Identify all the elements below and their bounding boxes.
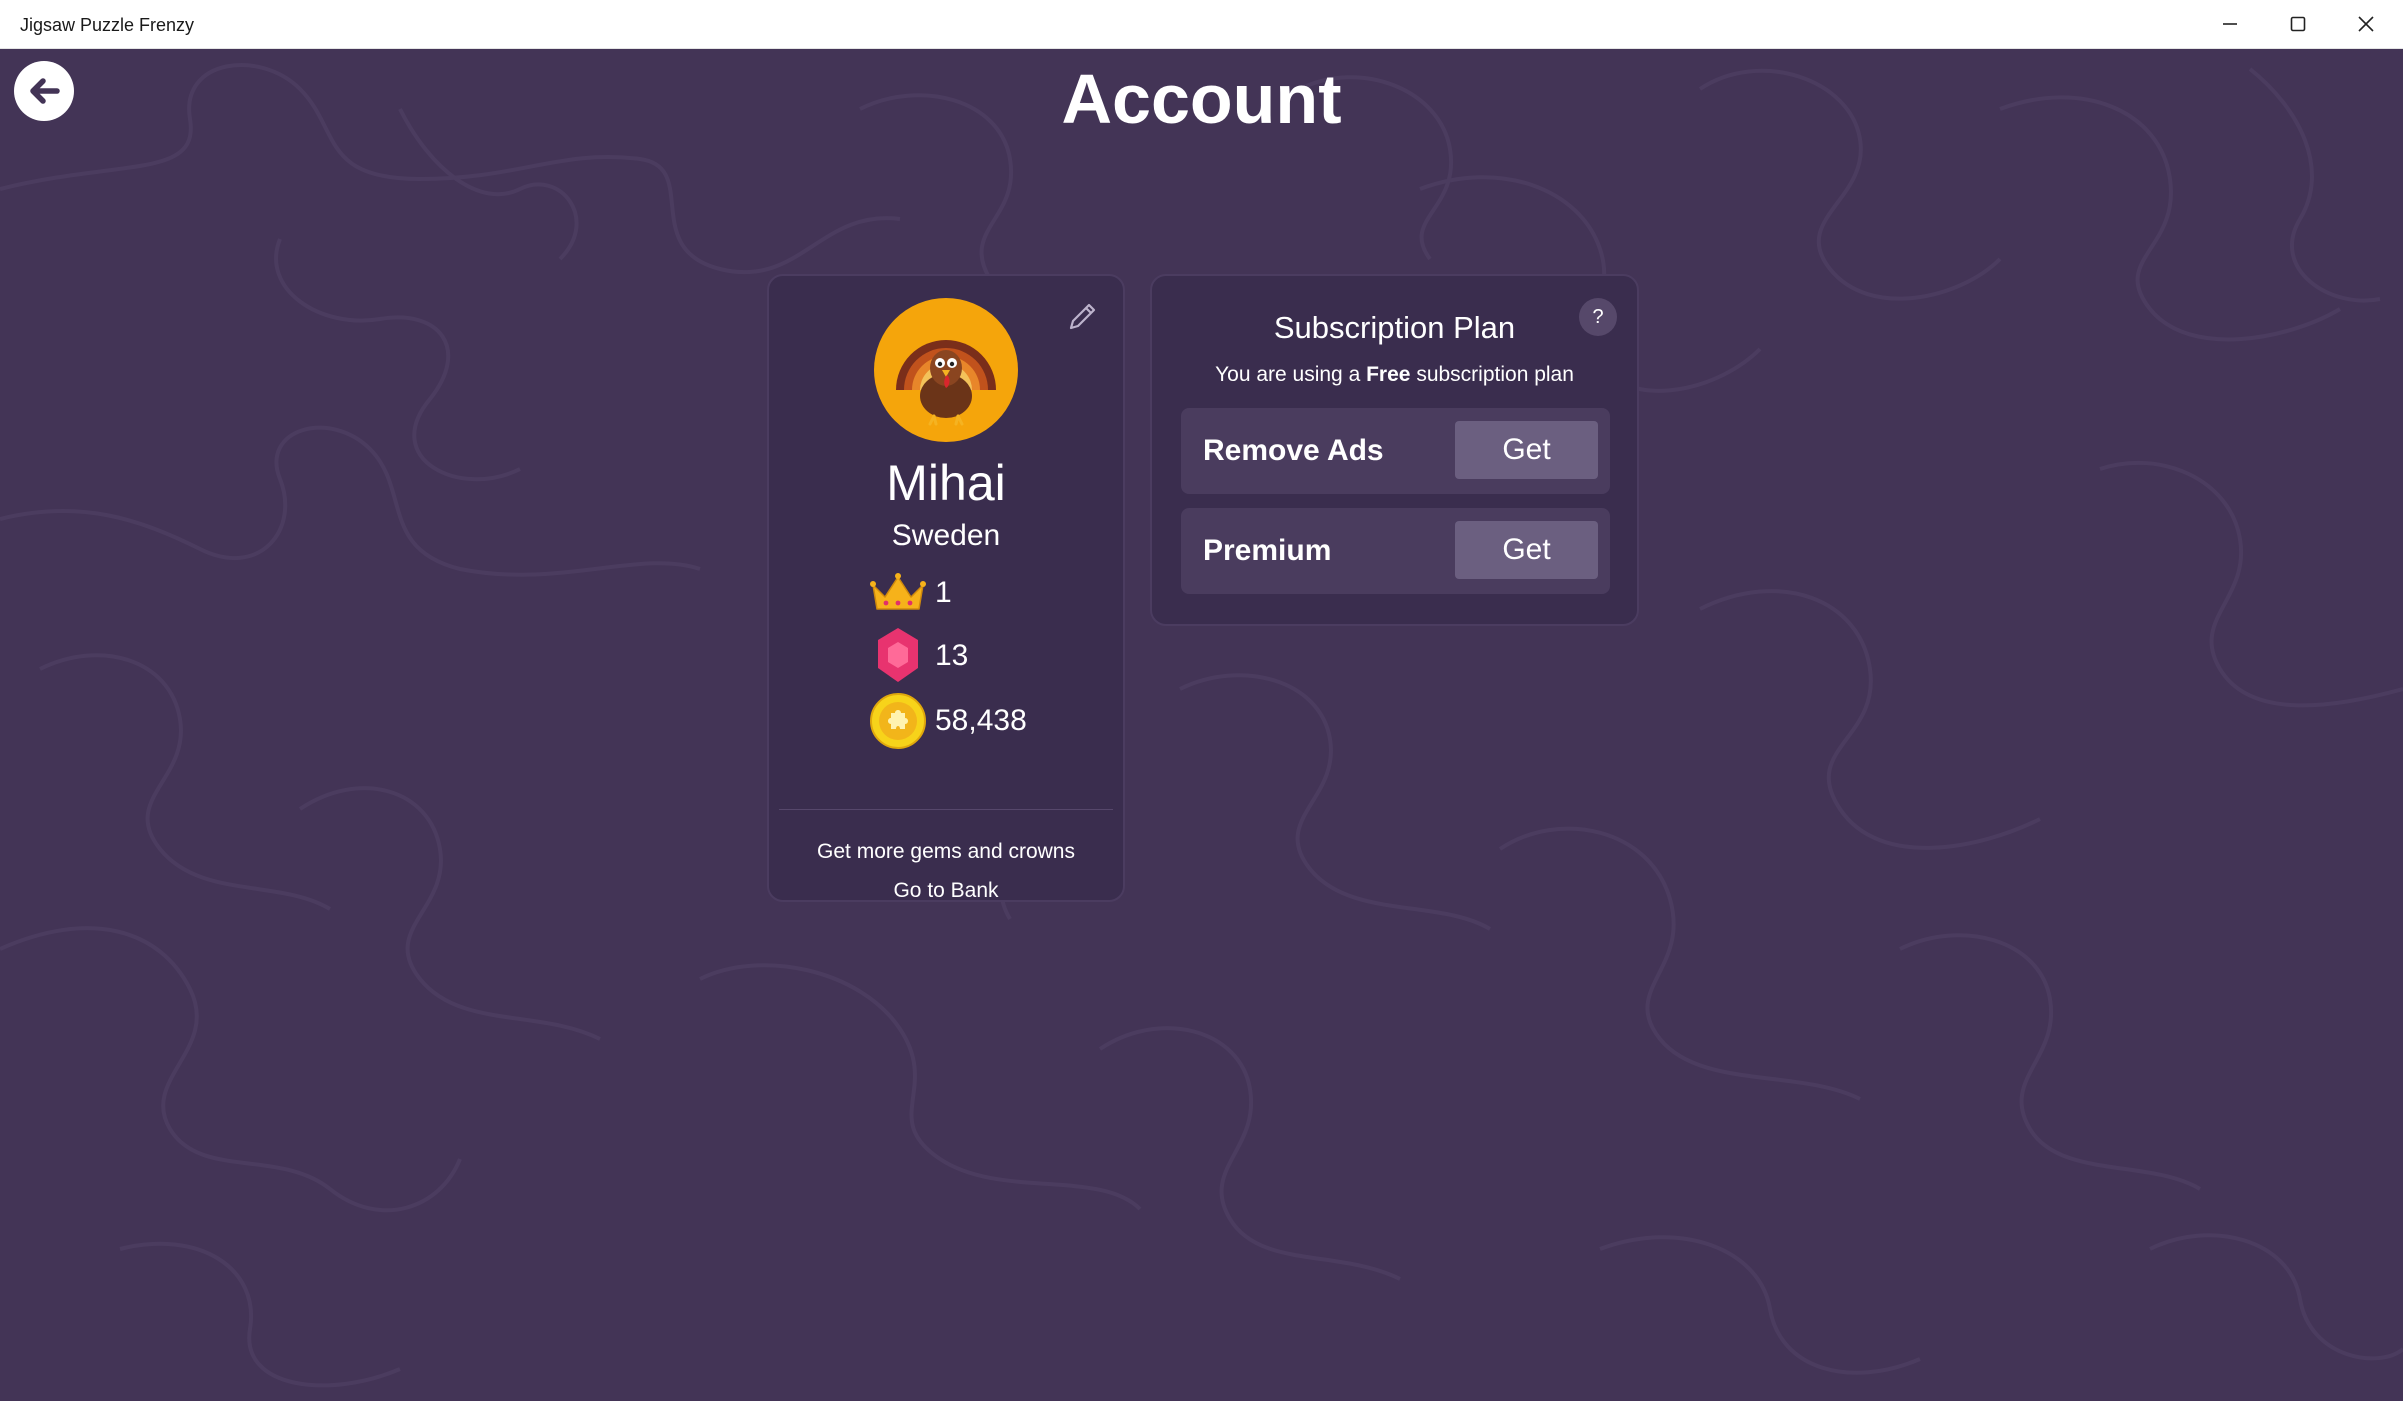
desc-suffix: subscription plan xyxy=(1416,363,1574,386)
maximize-icon xyxy=(2290,16,2306,32)
gem-icon xyxy=(878,628,918,682)
avatar[interactable] xyxy=(874,298,1018,442)
crowns-count: 1 xyxy=(935,576,952,609)
minimize-icon xyxy=(2223,23,2237,25)
page-title: Account xyxy=(1061,60,1342,138)
user-name: Mihai xyxy=(886,455,1006,511)
plan-row-premium: Premium Get xyxy=(1181,508,1610,594)
coins-stat: 58,438 xyxy=(869,691,1027,751)
remove-ads-get-button[interactable]: Get xyxy=(1455,421,1598,479)
gems-stat: 13 xyxy=(869,626,968,686)
plan-row-remove-ads: Remove Ads Get xyxy=(1181,408,1610,494)
title-bar: Jigsaw Puzzle Frenzy xyxy=(0,0,2403,49)
subscription-title: Subscription Plan xyxy=(1273,310,1516,345)
plan-label: Premium xyxy=(1203,534,1332,567)
pencil-icon xyxy=(1069,303,1096,330)
bank-promo-text: Get more gems and crowns xyxy=(817,840,1075,863)
plan-label: Remove Ads xyxy=(1203,434,1384,467)
desc-prefix: You are using a xyxy=(1215,363,1361,386)
coins-count: 58,438 xyxy=(935,704,1027,737)
gems-count: 13 xyxy=(935,639,969,672)
turkey-avatar xyxy=(896,340,996,426)
maximize-button[interactable] xyxy=(2264,0,2332,48)
divider xyxy=(779,809,1113,810)
go-to-bank-link[interactable]: Go to Bank xyxy=(769,879,1123,903)
coin-icon xyxy=(870,693,926,749)
subscription-card: ? Subscription Plan You are using a Free… xyxy=(1150,274,1639,626)
user-country: Sweden xyxy=(891,519,1001,552)
crowns-stat: 1 xyxy=(869,563,952,623)
subscription-description: You are using a Free subscription plan xyxy=(1152,363,1637,387)
minimize-button[interactable] xyxy=(2196,0,2264,48)
premium-get-button[interactable]: Get xyxy=(1455,521,1598,579)
crown-icon xyxy=(870,573,926,610)
puzzle-background xyxy=(0,63,2403,1388)
close-button[interactable] xyxy=(2332,0,2400,48)
app-area: Account Mihai Sweden 1 13 58,438 Get mor… xyxy=(0,49,2403,1401)
current-plan: Free xyxy=(1366,363,1411,386)
close-icon xyxy=(2358,16,2374,32)
edit-profile-button[interactable] xyxy=(1065,298,1101,334)
window-title: Jigsaw Puzzle Frenzy xyxy=(20,15,195,35)
profile-card: Mihai Sweden 1 13 58,438 Get more gems a… xyxy=(767,274,1125,902)
